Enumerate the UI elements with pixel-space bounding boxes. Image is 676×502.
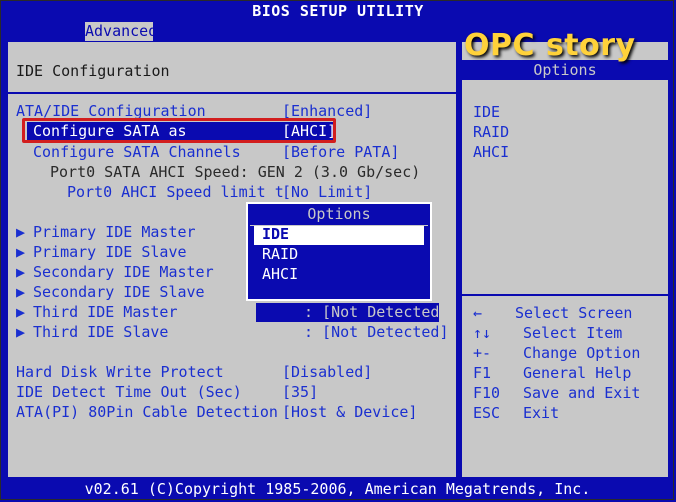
- popup-option-ahci[interactable]: AHCI: [262, 264, 298, 284]
- watermark-logo: OPC story: [464, 28, 636, 63]
- port0-ahci-speed-limit-value[interactable]: [No Limit]: [282, 183, 372, 201]
- submenu-arrow-icon: ▶: [16, 223, 26, 241]
- tab-advanced[interactable]: Advanced: [85, 22, 157, 41]
- submenu-arrow-icon: ▶: [16, 303, 26, 321]
- option-list-ahci: AHCI: [473, 143, 510, 161]
- port0-sata-speed-info: Port0 SATA AHCI Speed: GEN 2 (3.0 Gb/sec…: [50, 163, 421, 181]
- popup-title: Options: [307, 205, 371, 223]
- help-key-esc: ESC: [473, 404, 501, 422]
- option-list-raid: RAID: [473, 123, 510, 141]
- cable-detection-label[interactable]: ATA(PI) 80Pin Cable Detection: [16, 403, 278, 421]
- configure-sata-channels-value[interactable]: [Before PATA]: [282, 143, 399, 161]
- window-title: BIOS SETUP UTILITY: [252, 2, 424, 20]
- submenu-arrow-icon: ▶: [16, 323, 26, 341]
- configure-sata-channels-label[interactable]: Configure SATA Channels: [33, 143, 241, 161]
- options-popup: Options IDE RAID AHCI: [246, 202, 432, 301]
- submenu-arrow-icon: ▶: [16, 283, 26, 301]
- panel-title: IDE Configuration: [16, 62, 170, 80]
- submenu-arrow-icon: ▶: [16, 263, 26, 281]
- primary-ide-master-item[interactable]: Primary IDE Master: [33, 223, 196, 241]
- third-ide-master-item[interactable]: Third IDE Master: [33, 303, 178, 321]
- port0-ahci-speed-limit-label[interactable]: Port0 AHCI Speed limit t: [67, 183, 284, 201]
- secondary-ide-slave-item[interactable]: Secondary IDE Slave: [33, 283, 205, 301]
- help-save-and-exit: Save and Exit: [523, 384, 641, 402]
- up-down-arrow-icon: ↑↓: [473, 324, 492, 342]
- options-header: Options: [462, 60, 668, 80]
- help-general-help: General Help: [523, 364, 632, 382]
- secondary-ide-master-item[interactable]: Secondary IDE Master: [33, 263, 214, 281]
- third-ide-slave-value: : [Not Detected]: [304, 323, 449, 341]
- help-key-plusminus: +-: [473, 344, 492, 362]
- left-arrow-icon: ←: [473, 304, 483, 322]
- option-list-ide: IDE: [473, 103, 501, 121]
- primary-ide-slave-item[interactable]: Primary IDE Slave: [33, 243, 187, 261]
- annotation-red-box: [22, 118, 336, 143]
- ide-detect-timeout-label[interactable]: IDE Detect Time Out (Sec): [16, 383, 242, 401]
- hdd-write-protect-value[interactable]: [Disabled]: [282, 363, 372, 381]
- third-ide-slave-item[interactable]: Third IDE Slave: [33, 323, 168, 341]
- help-exit: Exit: [523, 404, 560, 422]
- ide-detect-timeout-value[interactable]: [35]: [282, 383, 318, 401]
- help-select-item: Select Item: [523, 324, 623, 342]
- help-divider: [462, 294, 668, 296]
- submenu-arrow-icon: ▶: [16, 243, 26, 261]
- third-ide-master-value: : [Not Detected]: [304, 303, 449, 321]
- cable-detection-value[interactable]: [Host & Device]: [282, 403, 417, 421]
- popup-option-raid[interactable]: RAID: [262, 244, 298, 264]
- help-select-screen: Select Screen: [515, 304, 633, 322]
- panel-divider: [8, 92, 456, 94]
- help-key-f1: F1: [473, 364, 492, 382]
- popup-option-ide[interactable]: IDE: [262, 224, 289, 244]
- help-key-f10: F10: [473, 384, 501, 402]
- footer-copyright: v02.61 (C)Copyright 1985-2006, American …: [1, 478, 674, 500]
- hdd-write-protect-label[interactable]: Hard Disk Write Protect: [16, 363, 224, 381]
- help-change-option: Change Option: [523, 344, 641, 362]
